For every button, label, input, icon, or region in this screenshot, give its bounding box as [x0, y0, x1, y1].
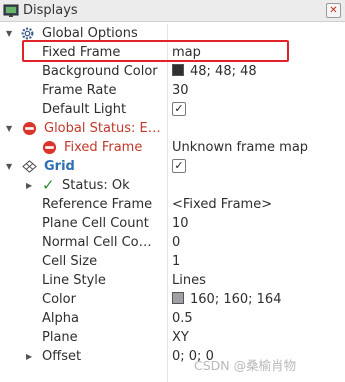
default-light-checkbox[interactable]: ✓ [172, 102, 186, 116]
property-fixed-frame[interactable]: Fixed Frame map [0, 43, 345, 62]
status-message: Unknown frame map [172, 140, 309, 155]
property-name: Frame Rate [42, 83, 117, 98]
property-name: Reference Frame [42, 197, 153, 212]
background-color-value[interactable]: 48; 48; 48 [172, 62, 257, 81]
grid-color-value[interactable]: 160; 160; 164 [172, 290, 281, 309]
plane-cell-count-value[interactable]: 10 [172, 214, 189, 233]
frame-rate-value[interactable]: 30 [172, 81, 189, 100]
expand-right-icon[interactable]: ▶ [26, 352, 34, 361]
grid-icon [22, 160, 37, 173]
tree-item-label: Grid [44, 159, 75, 174]
tree-item-grid[interactable]: ▼ Grid ✓ [0, 157, 345, 176]
error-icon [22, 121, 37, 136]
cell-size-value[interactable]: 1 [172, 252, 180, 271]
close-icon: ✕ [329, 4, 338, 16]
property-cell-size[interactable]: Cell Size 1 [0, 252, 345, 271]
gear-icon [21, 27, 34, 40]
property-name: Alpha [42, 311, 79, 326]
property-reference-frame[interactable]: Reference Frame <Fixed Frame> [0, 195, 345, 214]
expand-down-icon[interactable]: ▼ [6, 124, 14, 133]
property-name: Fixed Frame [42, 45, 121, 60]
property-background-color[interactable]: Background Color 48; 48; 48 [0, 62, 345, 81]
status-name: Fixed Frame [64, 140, 143, 155]
property-plane[interactable]: Plane XY [0, 328, 345, 347]
expand-down-icon[interactable]: ▼ [6, 29, 14, 38]
property-name: Color [42, 292, 76, 307]
property-frame-rate[interactable]: Frame Rate 30 [0, 81, 345, 100]
property-name: Line Style [42, 273, 106, 288]
property-name: Plane [42, 330, 78, 345]
plane-value[interactable]: XY [172, 328, 189, 347]
property-color[interactable]: Color 160; 160; 164 [0, 290, 345, 309]
property-name: Background Color [42, 64, 158, 79]
display-tree: ▼ Global Options Fixed Frame map Backgro… [0, 24, 345, 382]
tree-item-global-options[interactable]: ▼ Global Options [0, 24, 345, 43]
monitor-icon [3, 4, 19, 17]
property-name: Offset [42, 349, 82, 364]
tree-item-global-status[interactable]: ▼ Global Status: E… [0, 119, 345, 138]
panel-title: Displays [23, 3, 78, 18]
expand-right-icon[interactable]: ▶ [26, 181, 34, 190]
property-default-light[interactable]: Default Light ✓ [0, 100, 345, 119]
property-name: Plane Cell Count [42, 216, 149, 231]
fixed-frame-value[interactable]: map [172, 43, 201, 62]
property-plane-cell-count[interactable]: Plane Cell Count 10 [0, 214, 345, 233]
error-icon [42, 140, 57, 155]
status-name: Status: Ok [62, 178, 130, 193]
color-swatch [172, 292, 184, 304]
line-style-value[interactable]: Lines [172, 271, 206, 290]
close-button[interactable]: ✕ [326, 3, 341, 18]
grid-enabled-checkbox[interactable]: ✓ [172, 159, 186, 173]
reference-frame-value[interactable]: <Fixed Frame> [172, 195, 272, 214]
tree-item-label: Global Status: E… [44, 121, 161, 136]
property-line-style[interactable]: Line Style Lines [0, 271, 345, 290]
expand-down-icon[interactable]: ▼ [6, 162, 14, 171]
displays-title-bar: Displays ✕ [0, 0, 345, 22]
alpha-value[interactable]: 0.5 [172, 309, 193, 328]
property-name: Cell Size [42, 254, 98, 269]
status-fixed-frame[interactable]: Fixed Frame Unknown frame map [0, 138, 345, 157]
watermark: CSDN @桑榆肖物 [194, 358, 297, 373]
property-normal-cell-count[interactable]: Normal Cell Co… 0 [0, 233, 345, 252]
color-text: 160; 160; 164 [190, 292, 282, 307]
grid-status[interactable]: ▶ ✓ Status: Ok [0, 176, 345, 195]
color-swatch [172, 64, 184, 76]
tree-item-label: Global Options [42, 26, 138, 41]
property-name: Default Light [42, 102, 127, 117]
checkmark-icon: ✓ [42, 176, 55, 194]
color-text: 48; 48; 48 [190, 64, 257, 79]
property-name: Normal Cell Co… [42, 235, 152, 250]
normal-cell-count-value[interactable]: 0 [172, 233, 180, 252]
property-alpha[interactable]: Alpha 0.5 [0, 309, 345, 328]
